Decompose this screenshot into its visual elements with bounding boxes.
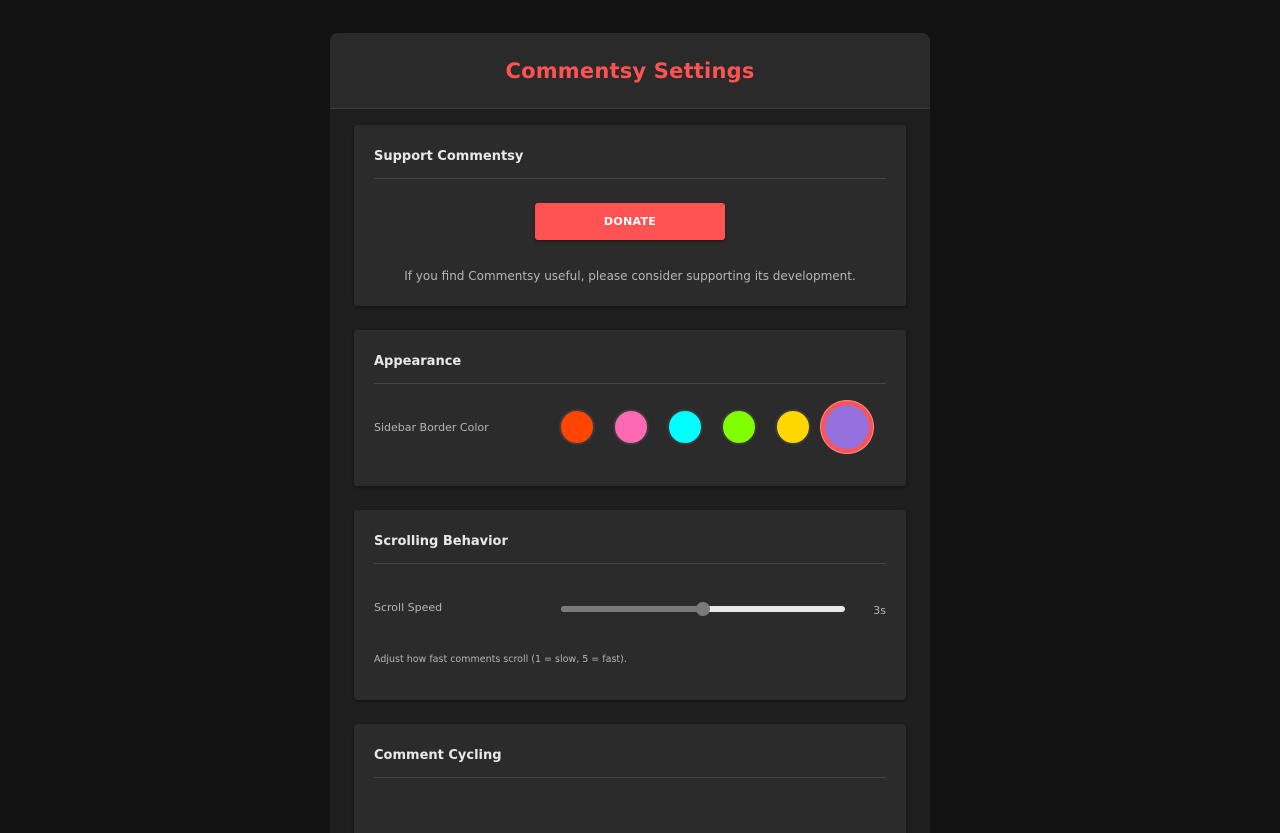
scroll-speed-slider[interactable] [561,602,845,616]
scroll-speed-value: 3s [873,604,886,617]
settings-panel: Commentsy Settings Support Commentsy DON… [330,33,930,833]
color-swatch-purple[interactable] [821,401,873,453]
support-section: Support Commentsy DONATE If you find Com… [354,125,906,306]
color-swatch-pink[interactable] [613,409,649,445]
color-swatch-cyan[interactable] [667,409,703,445]
donate-button[interactable]: DONATE [535,203,725,240]
slider-fill [561,606,703,612]
color-swatch-gold[interactable] [775,409,811,445]
cycling-heading: Comment Cycling [374,724,886,778]
scrolling-heading: Scrolling Behavior [374,510,886,564]
page-title: Commentsy Settings [505,58,755,83]
color-swatch-lime[interactable] [721,409,757,445]
support-note: If you find Commentsy useful, please con… [404,269,856,283]
support-heading: Support Commentsy [374,125,886,179]
panel-header: Commentsy Settings [330,33,930,109]
scrolling-section: Scrolling Behavior Scroll Speed 3s Adjus… [354,510,906,700]
border-color-label: Sidebar Border Color [374,421,489,434]
appearance-heading: Appearance [374,330,886,384]
slider-thumb[interactable] [696,602,710,616]
scroll-speed-label: Scroll Speed [374,601,443,614]
appearance-section: Appearance Sidebar Border Color [354,330,906,486]
scroll-speed-help: Adjust how fast comments scroll (1 = slo… [374,654,627,665]
cycling-section: Comment Cycling [354,724,906,833]
color-swatch-orange-red[interactable] [559,409,595,445]
